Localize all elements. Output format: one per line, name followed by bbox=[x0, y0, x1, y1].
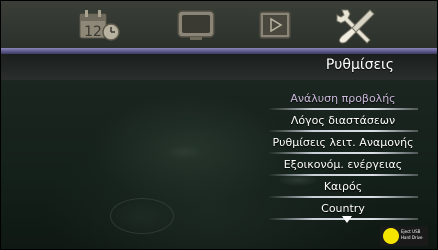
menu-item-label: Country bbox=[321, 202, 365, 215]
settings-tools-icon[interactable] bbox=[334, 4, 378, 48]
menu-divider bbox=[268, 152, 418, 154]
background-glow bbox=[110, 198, 174, 234]
menu-divider bbox=[268, 174, 418, 176]
tv-settings-screen: 12 Ρυθμίσεις Ανάλυση προβολής Λόγος διασ… bbox=[0, 0, 438, 250]
menu-item-energy-saving[interactable]: Εξοικονόμ. ενέργειας bbox=[268, 155, 418, 177]
menu-item-aspect-ratio[interactable]: Λόγος διαστάσεων bbox=[268, 111, 418, 133]
background-glow bbox=[165, 145, 203, 159]
eject-usb-button[interactable]: Eject USB Hard Drive bbox=[380, 226, 428, 246]
menu-divider bbox=[268, 130, 418, 132]
tv-icon[interactable] bbox=[176, 8, 216, 42]
media-play-icon[interactable] bbox=[258, 8, 292, 42]
menu-item-weather[interactable]: Καιρός bbox=[268, 177, 418, 199]
menu-divider bbox=[268, 108, 418, 110]
menu-item-label: Καιρός bbox=[323, 180, 363, 193]
yellow-button-icon bbox=[383, 228, 399, 244]
menu-divider bbox=[268, 196, 418, 198]
eject-label-line2: Hard Drive bbox=[401, 235, 423, 240]
menu-item-label: Ρυθμίσεις λειτ. Αναμονής bbox=[272, 136, 414, 149]
calendar-12-icon[interactable]: 12 bbox=[78, 8, 122, 42]
menu-item-label: Εξοικονόμ. ενέργειας bbox=[283, 158, 403, 171]
menu-item-label: Ανάλυση προβολής bbox=[290, 92, 396, 105]
calendar-day-text: 12 bbox=[84, 24, 102, 40]
menu-item-display-resolution[interactable]: Ανάλυση προβολής bbox=[268, 89, 418, 111]
settings-menu: Ανάλυση προβολής Λόγος διαστάσεων Ρυθμίσ… bbox=[268, 89, 418, 221]
menu-item-standby-settings[interactable]: Ρυθμίσεις λειτ. Αναμονής bbox=[268, 133, 418, 155]
menu-item-label: Λόγος διαστάσεων bbox=[290, 114, 396, 127]
page-title: Ρυθμίσεις bbox=[325, 57, 394, 73]
eject-label: Eject USB Hard Drive bbox=[401, 229, 427, 241]
scroll-down-icon[interactable] bbox=[342, 216, 352, 223]
